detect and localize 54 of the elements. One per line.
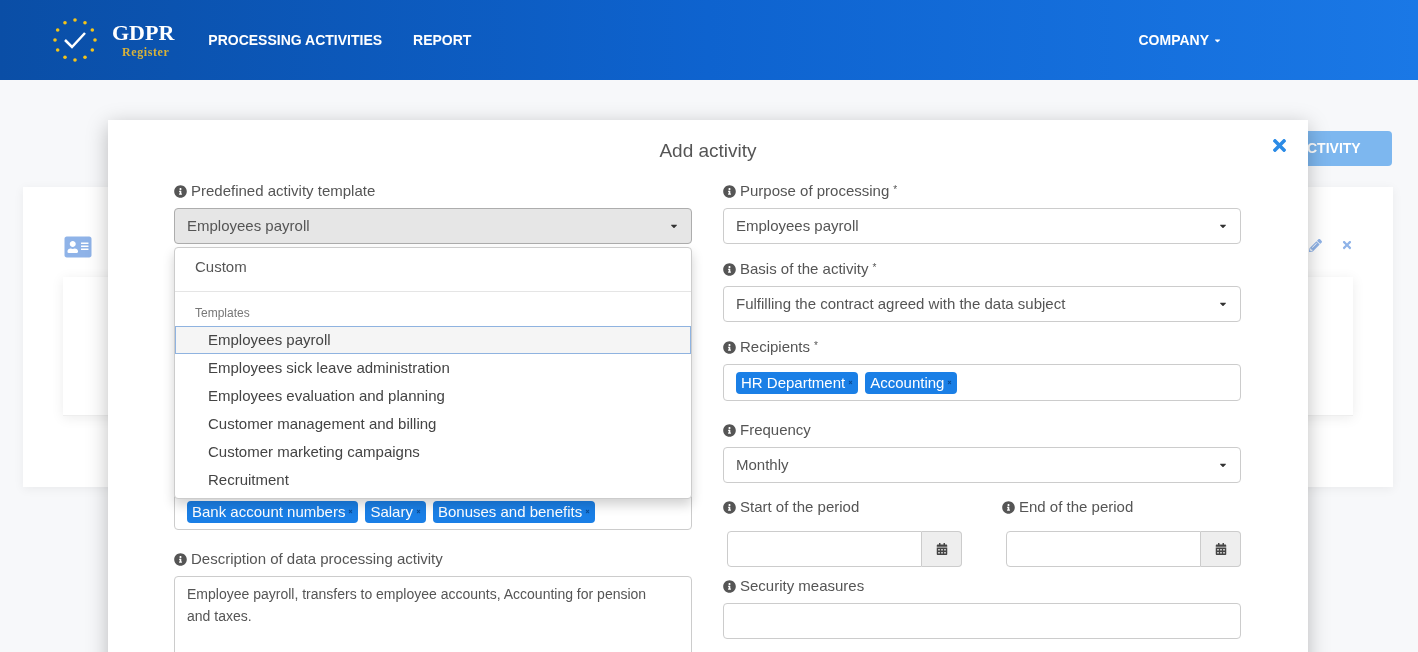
tag: Accounting bbox=[865, 371, 958, 394]
dropdown-item[interactable]: Custom bbox=[175, 248, 691, 286]
calendar-icon bbox=[1214, 543, 1227, 555]
text-field[interactable] bbox=[723, 603, 1241, 639]
select-field[interactable]: Employees payroll bbox=[723, 208, 1241, 244]
field-label: End of the period bbox=[1019, 496, 1134, 517]
info-icon[interactable] bbox=[174, 552, 187, 566]
dropdown-item[interactable]: Employees sick leave administration bbox=[175, 354, 691, 382]
info-icon[interactable] bbox=[723, 500, 736, 514]
info-icon[interactable] bbox=[723, 579, 736, 593]
calendar-icon bbox=[935, 543, 948, 555]
info-icon[interactable] bbox=[1002, 500, 1015, 514]
info-icon[interactable] bbox=[174, 184, 187, 198]
logo-icon bbox=[50, 15, 100, 65]
id-card-icon bbox=[62, 235, 94, 259]
select-field[interactable]: Monthly bbox=[723, 447, 1241, 483]
field-label: Purpose of processing bbox=[740, 180, 890, 201]
info-icon[interactable] bbox=[723, 340, 736, 354]
date-field[interactable] bbox=[727, 531, 922, 567]
required-mark: * bbox=[814, 339, 818, 353]
dropdown-item[interactable]: Recruitment bbox=[175, 466, 691, 494]
select-field[interactable]: Employees payroll bbox=[174, 208, 692, 244]
field-label: Description of data processing activity bbox=[191, 548, 443, 569]
dropdown-item[interactable]: Employees evaluation and planning bbox=[175, 382, 691, 410]
info-icon[interactable] bbox=[723, 184, 736, 198]
required-mark: * bbox=[893, 183, 898, 197]
group-header: Templates bbox=[194, 305, 251, 322]
dropdown-item[interactable]: Customer management and billing bbox=[175, 410, 691, 438]
description-field[interactable]: Employee payroll, transfers to employee accounts, Accounting for pension and taxes. bbox=[174, 576, 692, 652]
modal-title: Add activity bbox=[659, 139, 757, 161]
dropdown-item[interactable]: Employees payroll bbox=[175, 326, 691, 354]
calendar-button[interactable] bbox=[1201, 531, 1241, 567]
company-menu[interactable]: COMPANY bbox=[1138, 29, 1222, 51]
calendar-button[interactable] bbox=[922, 531, 962, 567]
field-label: Recipients bbox=[740, 336, 811, 357]
select-field[interactable]: Fulfilling the contract agreed with the data subject bbox=[723, 286, 1241, 322]
nav-link[interactable]: REPORT bbox=[413, 29, 472, 51]
field-label: Security measures bbox=[740, 575, 865, 596]
field-label: Predefined activity template bbox=[191, 180, 376, 201]
field-label: Basis of the activity bbox=[740, 258, 869, 279]
info-icon[interactable] bbox=[723, 423, 736, 437]
tag: Salary bbox=[365, 500, 426, 523]
date-field[interactable] bbox=[1006, 531, 1201, 567]
nav-link[interactable]: PROCESSING ACTIVITIES bbox=[208, 29, 383, 51]
required-mark: * bbox=[872, 261, 877, 275]
info-icon[interactable] bbox=[723, 262, 736, 276]
field-label: Frequency bbox=[740, 419, 811, 440]
logo-title: GDPR bbox=[112, 22, 175, 44]
tag: Bank account numbers bbox=[187, 500, 359, 523]
field-label: Start of the period bbox=[740, 496, 860, 517]
logo-subtitle: Register bbox=[122, 46, 171, 58]
tag: Bonuses and benefits bbox=[432, 500, 596, 523]
tag: HR Department bbox=[736, 371, 859, 394]
dropdown-item[interactable]: Customer marketing campaigns bbox=[175, 438, 691, 466]
